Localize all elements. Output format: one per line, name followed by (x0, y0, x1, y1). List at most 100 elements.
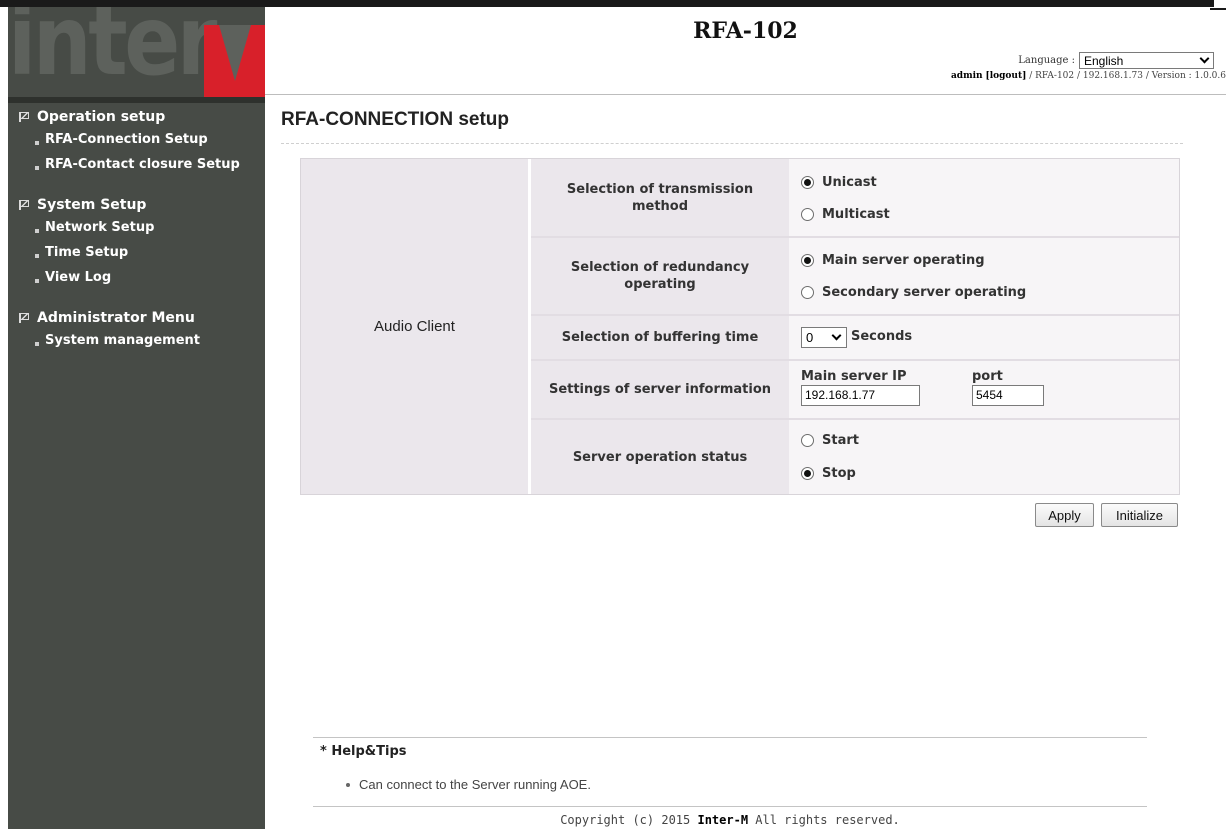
radio-main-server[interactable]: Main server operating (801, 253, 985, 268)
help-tip-text: Can connect to the Server running AOE. (359, 777, 591, 792)
row-value: Main server IP 192.168.1.77 port 5454 (789, 361, 1179, 418)
buffering-time-select[interactable]: 0 (801, 327, 847, 348)
page-title: RFA-CONNECTION setup (281, 109, 509, 130)
row-value: Unicast Multicast (789, 159, 1179, 236)
nav-heading-administrator-menu[interactable]: Administrator Menu (8, 308, 265, 328)
sidebar-item-rfa-contact-closure-setup[interactable]: RFA-Contact closure Setup (8, 152, 265, 177)
nav-heading-operation-setup[interactable]: Operation setup (8, 107, 265, 127)
row-value: 0 Seconds (789, 316, 1179, 359)
flag-icon (19, 200, 29, 210)
port-input[interactable]: 5454 (972, 385, 1044, 406)
radio-secondary-server[interactable]: Secondary server operating (801, 285, 1026, 300)
flag-icon (19, 313, 29, 323)
main-server-ip-input[interactable]: 192.168.1.77 (801, 385, 920, 406)
bullet-icon (35, 341, 39, 346)
row-server-information: Settings of server information Main serv… (531, 361, 1179, 420)
initialize-button[interactable]: Initialize (1101, 503, 1178, 527)
audio-client-cell: Audio Client (301, 159, 528, 494)
bullet-icon (35, 278, 39, 283)
sidebar-item-label: Network Setup (45, 220, 155, 235)
row-label: Selection of transmission method (531, 159, 789, 236)
radio-label: Multicast (822, 207, 890, 222)
sidebar-item-rfa-connection-setup[interactable]: RFA-Connection Setup (8, 127, 265, 152)
radio-unchecked-icon (801, 286, 814, 299)
chevron-down-icon (1199, 53, 1210, 64)
nav-group-admin: Administrator Menu System management (8, 308, 265, 353)
bullet-icon (35, 228, 39, 233)
footer-divider (313, 806, 1147, 807)
sidebar-item-view-log[interactable]: View Log (8, 265, 265, 290)
connection-settings-table: Audio Client Selection of transmission m… (300, 158, 1180, 495)
session-info: admin [logout] / RFA-102 / 192.168.1.73 … (951, 71, 1226, 81)
radio-start[interactable]: Start (801, 433, 859, 448)
port-label: port (972, 369, 1003, 384)
sidebar-divider (8, 97, 265, 103)
radio-unchecked-icon (801, 434, 814, 447)
nav-group-operation: Operation setup RFA-Connection Setup RFA… (8, 107, 265, 177)
chevron-down-icon (831, 330, 842, 341)
device-title: RFA-102 (693, 18, 798, 44)
language-select[interactable]: English (1079, 52, 1214, 69)
logo-m-mark (204, 25, 265, 97)
intermlogo[interactable]: inter (8, 7, 265, 97)
bullet-icon (35, 140, 39, 145)
copyright: Copyright (c) 2015 Inter-M All rights re… (313, 813, 1147, 827)
nav-heading-system-setup[interactable]: System Setup (8, 195, 265, 215)
device-info: / RFA-102 / 192.168.1.73 / Version : 1.0… (1029, 71, 1226, 81)
help-tip: Can connect to the Server running AOE. (346, 777, 591, 792)
radio-checked-icon (801, 467, 814, 480)
copyright-brand: Inter-M (697, 813, 749, 827)
radio-unicast[interactable]: Unicast (801, 175, 877, 190)
sidebar-item-label: System management (45, 333, 200, 348)
nav-heading-label: Operation setup (37, 109, 166, 125)
language-row: Language : English (1018, 52, 1214, 69)
nav-group-system: System Setup Network Setup Time Setup Vi… (8, 195, 265, 290)
radio-label: Main server operating (822, 253, 985, 268)
row-server-operation-status: Server operation status Start Stop (531, 420, 1179, 494)
bullet-dot-icon (346, 782, 350, 787)
radio-checked-icon (801, 176, 814, 189)
row-redundancy-operating: Selection of redundancy operating Main s… (531, 238, 1179, 316)
copyright-prefix: Copyright (c) 2015 (560, 813, 698, 827)
sidebar-item-label: RFA-Connection Setup (45, 132, 208, 147)
radio-label: Unicast (822, 175, 877, 190)
row-label: Selection of buffering time (531, 316, 789, 359)
row-label: Server operation status (531, 420, 789, 494)
sidebar-item-network-setup[interactable]: Network Setup (8, 215, 265, 240)
sidebar-nav: Operation setup RFA-Connection Setup RFA… (8, 107, 265, 371)
buffering-unit: Seconds (851, 329, 913, 344)
copyright-suffix: All rights reserved. (748, 813, 900, 827)
row-label: Settings of server information (531, 361, 789, 418)
top-border (0, 0, 1214, 7)
bullet-icon (35, 165, 39, 170)
language-label: Language : (1018, 55, 1075, 66)
flag-icon (19, 112, 29, 122)
radio-unchecked-icon (801, 208, 814, 221)
apply-button[interactable]: Apply (1035, 503, 1094, 527)
sidebar-item-label: View Log (45, 270, 112, 285)
sidebar-item-system-management[interactable]: System management (8, 328, 265, 353)
row-label: Selection of redundancy operating (531, 238, 789, 314)
header-divider (265, 94, 1226, 95)
row-buffering-time: Selection of buffering time 0 Seconds (531, 316, 1179, 361)
sidebar-item-time-setup[interactable]: Time Setup (8, 240, 265, 265)
nav-heading-label: Administrator Menu (37, 310, 195, 326)
radio-checked-icon (801, 254, 814, 267)
buffering-value: 0 (806, 330, 814, 345)
title-divider (281, 143, 1183, 144)
sidebar: inter Operation setup RFA-Connection Set… (8, 7, 265, 829)
bullet-icon (35, 253, 39, 258)
radio-stop[interactable]: Stop (801, 466, 856, 481)
row-value: Start Stop (789, 420, 1179, 494)
main-server-ip-label: Main server IP (801, 369, 907, 384)
radio-multicast[interactable]: Multicast (801, 207, 890, 222)
logout-link[interactable]: [logout] (985, 71, 1026, 81)
row-transmission-method: Selection of transmission method Unicast… (531, 159, 1179, 238)
language-value: English (1084, 53, 1124, 68)
sidebar-item-label: Time Setup (45, 245, 129, 260)
radio-label: Secondary server operating (822, 285, 1027, 300)
nav-heading-label: System Setup (37, 197, 147, 213)
help-divider (313, 737, 1147, 738)
radio-label: Stop (822, 466, 856, 481)
top-border-right (1210, 8, 1226, 10)
